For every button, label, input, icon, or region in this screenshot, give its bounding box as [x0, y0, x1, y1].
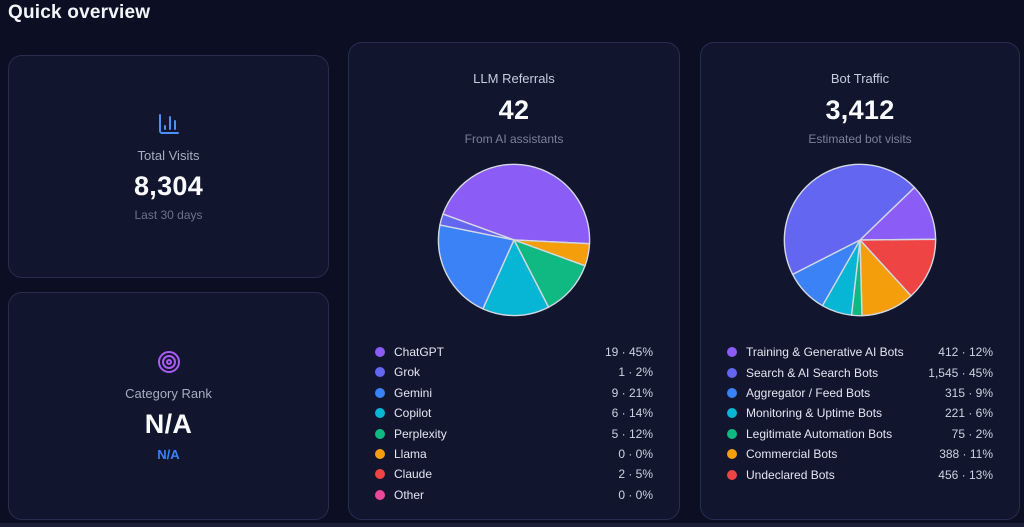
legend-value: 6 · 14% — [612, 406, 653, 420]
legend-color-dot — [375, 408, 385, 418]
legend-label: Undeclared Bots — [746, 468, 835, 482]
legend-color-dot — [375, 429, 385, 439]
legend-color-dot — [375, 449, 385, 459]
legend-item[interactable]: Other 0 · 0% — [375, 485, 653, 505]
legend-color-dot — [727, 408, 737, 418]
page-title: Quick overview — [8, 2, 150, 24]
legend-label: Aggregator / Feed Bots — [746, 386, 870, 400]
legend-label: Grok — [394, 365, 420, 379]
legend-label: Other — [394, 488, 424, 502]
legend-label: Claude — [394, 467, 432, 481]
legend-value: 0 · 0% — [618, 447, 653, 461]
legend-value: 19 · 45% — [605, 345, 653, 359]
category-rank-link[interactable]: N/A — [157, 447, 179, 462]
legend-label: Legitimate Automation Bots — [746, 427, 892, 441]
bot-traffic-card: Bot Traffic 3,412 Estimated bot visits T… — [700, 42, 1020, 520]
bar-chart-icon — [157, 112, 181, 136]
legend-item[interactable]: Llama 0 · 0% — [375, 444, 653, 464]
legend-value: 1,545 · 45% — [928, 366, 993, 380]
legend-value: 412 · 12% — [938, 345, 993, 359]
chart-title: LLM Referrals — [473, 71, 555, 86]
legend-label: Perplexity — [394, 427, 447, 441]
legend-color-dot — [375, 469, 385, 479]
legend-value: 221 · 6% — [945, 406, 993, 420]
legend-color-dot — [375, 490, 385, 500]
legend-item[interactable]: Training & Generative AI Bots 412 · 12% — [727, 342, 993, 362]
legend-value: 2 · 5% — [618, 467, 653, 481]
legend-color-dot — [727, 388, 737, 398]
chart-title: Bot Traffic — [831, 71, 889, 86]
chart-total-value: 42 — [499, 95, 530, 126]
legend-label: ChatGPT — [394, 345, 444, 359]
legend-label: Commercial Bots — [746, 447, 837, 461]
total-visits-label: Total Visits — [138, 148, 200, 163]
legend-value: 388 · 11% — [939, 447, 993, 461]
legend-value: 1 · 2% — [618, 365, 653, 379]
chart-total-value: 3,412 — [825, 95, 894, 126]
legend-item[interactable]: Search & AI Search Bots 1,545 · 45% — [727, 362, 993, 382]
next-section-edge — [0, 523, 1024, 527]
legend-value: 5 · 12% — [612, 427, 653, 441]
bot-traffic-legend: Training & Generative AI Bots 412 · 12% … — [727, 342, 993, 485]
legend-item[interactable]: Legitimate Automation Bots 75 · 2% — [727, 424, 993, 444]
legend-color-dot — [727, 368, 737, 378]
legend-label: Gemini — [394, 386, 432, 400]
legend-label: Search & AI Search Bots — [746, 366, 878, 380]
category-rank-label: Category Rank — [125, 386, 212, 401]
legend-item[interactable]: ChatGPT 19 · 45% — [375, 342, 653, 362]
legend-color-dot — [375, 347, 385, 357]
legend-value: 9 · 21% — [612, 386, 653, 400]
legend-value: 456 · 13% — [938, 468, 993, 482]
legend-item[interactable]: Monitoring & Uptime Bots 221 · 6% — [727, 403, 993, 423]
legend-item[interactable]: Perplexity 5 · 12% — [375, 423, 653, 443]
legend-item[interactable]: Commercial Bots 388 · 11% — [727, 444, 993, 464]
chart-subtitle: From AI assistants — [465, 132, 564, 146]
category-rank-value: N/A — [145, 409, 192, 440]
category-rank-card: Category Rank N/A N/A — [8, 292, 329, 520]
legend-color-dot — [727, 470, 737, 480]
legend-color-dot — [375, 388, 385, 398]
legend-color-dot — [727, 429, 737, 439]
legend-color-dot — [375, 367, 385, 377]
bot-traffic-pie-chart[interactable] — [782, 162, 938, 318]
legend-label: Training & Generative AI Bots — [746, 345, 904, 359]
legend-color-dot — [727, 449, 737, 459]
legend-item[interactable]: Grok 1 · 2% — [375, 362, 653, 382]
legend-item[interactable]: Undeclared Bots 456 · 13% — [727, 464, 993, 484]
legend-item[interactable]: Claude 2 · 5% — [375, 464, 653, 484]
legend-label: Monitoring & Uptime Bots — [746, 406, 882, 420]
llm-referrals-pie-chart[interactable] — [436, 162, 592, 318]
legend-color-dot — [727, 347, 737, 357]
chart-subtitle: Estimated bot visits — [808, 132, 911, 146]
legend-item[interactable]: Gemini 9 · 21% — [375, 383, 653, 403]
legend-label: Llama — [394, 447, 427, 461]
legend-item[interactable]: Aggregator / Feed Bots 315 · 9% — [727, 383, 993, 403]
legend-value: 315 · 9% — [945, 386, 993, 400]
legend-item[interactable]: Copilot 6 · 14% — [375, 403, 653, 423]
legend-value: 0 · 0% — [618, 488, 653, 502]
llm-referrals-card: LLM Referrals 42 From AI assistants Chat… — [348, 42, 680, 520]
total-visits-value: 8,304 — [134, 171, 203, 202]
legend-label: Copilot — [394, 406, 431, 420]
total-visits-card: Total Visits 8,304 Last 30 days — [8, 55, 329, 278]
bullseye-icon — [157, 350, 181, 374]
total-visits-subtext: Last 30 days — [134, 208, 202, 222]
legend-value: 75 · 2% — [952, 427, 993, 441]
llm-referrals-legend: ChatGPT 19 · 45% Grok 1 · 2% Gemini 9 · … — [375, 342, 653, 505]
